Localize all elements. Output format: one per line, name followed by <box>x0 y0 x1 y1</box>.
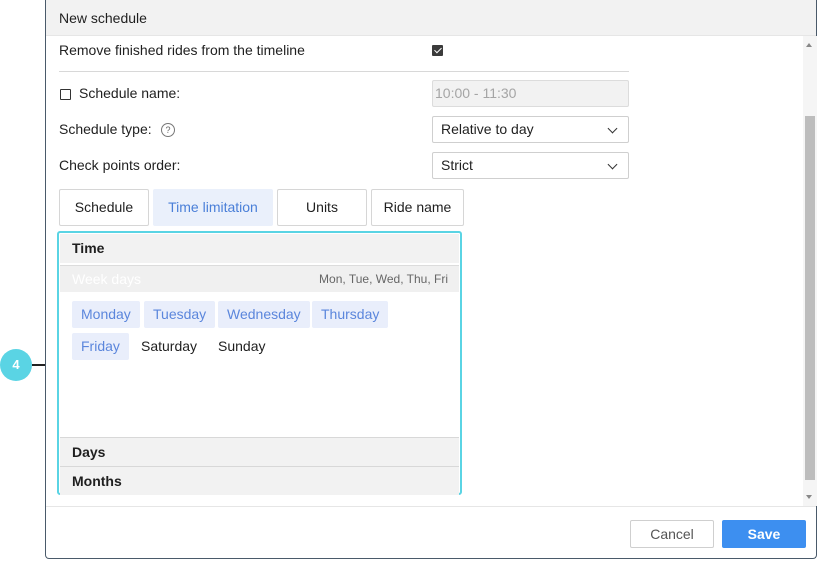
dialog-content: Remove finished rides from the timeline … <box>46 36 802 506</box>
week-days-value: Mon, Tue, Wed, Thu, Fri <box>319 272 448 286</box>
tab-schedule[interactable]: Schedule <box>59 189 149 226</box>
day-chip-sunday[interactable]: Sunday <box>209 333 274 360</box>
cancel-button[interactable]: Cancel <box>630 520 714 548</box>
check-points-value: Strict <box>441 157 473 173</box>
scroll-thumb[interactable] <box>805 116 815 480</box>
schedule-type-select[interactable]: Relative to day <box>432 116 629 143</box>
check-points-label: Check points order: <box>59 157 181 173</box>
check-points-select[interactable]: Strict <box>432 152 629 179</box>
scrollbar[interactable] <box>803 36 817 506</box>
day-chip-wednesday[interactable]: Wednesday <box>218 301 310 328</box>
divider <box>59 71 629 72</box>
time-limitation-panel: Time Week days Mon, Tue, Wed, Thu, Fri M… <box>57 231 462 495</box>
remove-finished-label: Remove finished rides from the timeline <box>59 42 305 58</box>
tab-ride-name[interactable]: Ride name <box>371 189 464 226</box>
week-days-label: Week days <box>72 271 141 287</box>
scroll-up-icon[interactable] <box>806 43 812 47</box>
days-section-header[interactable]: Days <box>60 437 459 466</box>
new-schedule-dialog: New schedule Remove finished rides from … <box>45 0 817 559</box>
schedule-name-input[interactable]: 10:00 - 11:30 <box>432 80 629 107</box>
dialog-footer: Cancel Save <box>46 506 816 559</box>
tab-units[interactable]: Units <box>277 189 367 226</box>
callout-badge: 4 <box>0 349 32 381</box>
chevron-down-icon <box>607 159 618 170</box>
day-chip-thursday[interactable]: Thursday <box>312 301 389 328</box>
schedule-name-label: Schedule name: <box>79 85 181 101</box>
week-days-bar: Week days Mon, Tue, Wed, Thu, Fri <box>60 265 459 292</box>
time-section-header[interactable]: Time <box>60 234 459 263</box>
schedule-type-label: Schedule type: <box>59 121 152 137</box>
help-icon[interactable]: ? <box>161 123 175 137</box>
day-chip-saturday[interactable]: Saturday <box>132 333 206 360</box>
chevron-down-icon <box>607 123 618 134</box>
save-button[interactable]: Save <box>722 520 806 548</box>
scroll-down-icon[interactable] <box>806 495 812 499</box>
day-chip-monday[interactable]: Monday <box>72 301 140 328</box>
months-section-header[interactable]: Months <box>60 466 459 495</box>
schedule-name-checkbox[interactable] <box>60 89 71 100</box>
day-chip-tuesday[interactable]: Tuesday <box>144 301 216 328</box>
tab-time-limitation[interactable]: Time limitation <box>153 189 273 226</box>
remove-finished-checkbox[interactable] <box>432 45 443 56</box>
day-chip-friday[interactable]: Friday <box>72 333 129 360</box>
schedule-type-value: Relative to day <box>441 121 534 137</box>
dialog-title: New schedule <box>46 0 816 36</box>
